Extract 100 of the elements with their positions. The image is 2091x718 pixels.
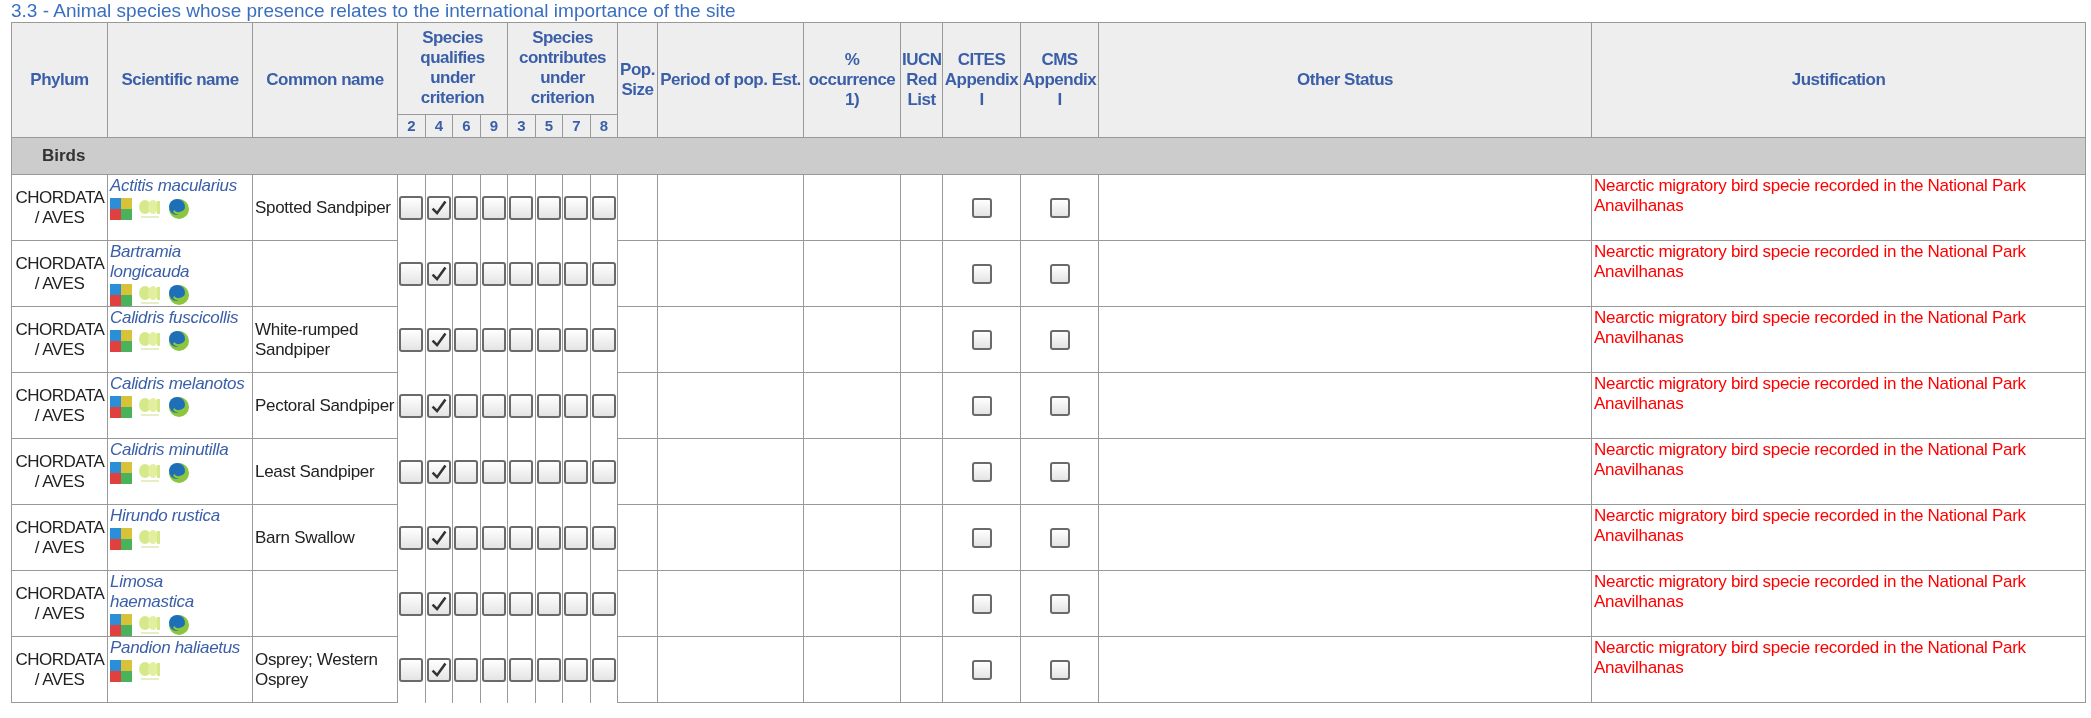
checkbox[interactable]	[509, 195, 534, 220]
checkbox[interactable]	[536, 195, 561, 220]
phylum-text: CHORDATA / AVES	[15, 187, 104, 228]
checkbox[interactable]	[426, 261, 451, 286]
checkbox[interactable]	[1049, 659, 1070, 680]
checkbox[interactable]	[509, 393, 534, 418]
checkbox[interactable]	[454, 393, 479, 418]
justification-text: Nearctic migratory bird specie recorded in the National Park Anavilhanas	[1594, 242, 2027, 282]
checkbox[interactable]	[481, 525, 506, 550]
checkbox[interactable]	[971, 527, 992, 548]
checkbox[interactable]	[454, 459, 479, 484]
tiles-icon[interactable]	[110, 284, 132, 306]
checkbox[interactable]	[509, 591, 534, 616]
checkbox[interactable]	[481, 195, 506, 220]
checkbox[interactable]	[426, 195, 451, 220]
checkbox[interactable]	[426, 459, 451, 484]
checkbox[interactable]	[454, 261, 479, 286]
checkbox[interactable]	[454, 195, 479, 220]
checkbox[interactable]	[1049, 527, 1070, 548]
section-title: 3.3 - Animal species whose presence relates to the international importance of the site	[11, 0, 736, 22]
checkbox[interactable]	[591, 525, 616, 550]
checkbox[interactable]	[536, 261, 561, 286]
tiles-icon[interactable]	[110, 330, 132, 352]
checkbox[interactable]	[426, 393, 451, 418]
checkbox[interactable]	[481, 261, 506, 286]
checkbox[interactable]	[564, 459, 589, 484]
checkbox[interactable]	[591, 195, 616, 220]
checkbox[interactable]	[1049, 329, 1070, 350]
checkbox[interactable]	[481, 657, 506, 682]
tiles-icon[interactable]	[110, 614, 132, 636]
tiles-icon[interactable]	[110, 198, 132, 220]
checkbox[interactable]	[971, 659, 992, 680]
globe-icon[interactable]	[168, 462, 190, 484]
checkbox[interactable]	[1049, 395, 1070, 416]
checkbox[interactable]	[1049, 263, 1070, 284]
checkbox[interactable]	[564, 591, 589, 616]
checkbox[interactable]	[564, 327, 589, 352]
checkbox[interactable]	[454, 525, 479, 550]
checkbox[interactable]	[536, 591, 561, 616]
checkbox[interactable]	[536, 393, 561, 418]
checkbox[interactable]	[564, 657, 589, 682]
checkbox[interactable]	[536, 525, 561, 550]
checkbox[interactable]	[399, 393, 424, 418]
checkbox[interactable]	[971, 593, 992, 614]
checkbox[interactable]	[971, 461, 992, 482]
checkbox[interactable]	[971, 395, 992, 416]
checkbox[interactable]	[536, 327, 561, 352]
checkbox[interactable]	[536, 657, 561, 682]
checkbox[interactable]	[399, 525, 424, 550]
column-header: Common name	[252, 22, 398, 138]
checkbox[interactable]	[481, 459, 506, 484]
checkbox[interactable]	[509, 261, 534, 286]
checkbox[interactable]	[399, 327, 424, 352]
checkbox[interactable]	[509, 525, 534, 550]
checkbox[interactable]	[509, 327, 534, 352]
checkbox[interactable]	[591, 261, 616, 286]
globe-icon[interactable]	[168, 396, 190, 418]
globe-icon[interactable]	[168, 614, 190, 636]
checkbox[interactable]	[399, 195, 424, 220]
checkbox[interactable]	[481, 591, 506, 616]
checkbox[interactable]	[536, 459, 561, 484]
tiles-icon[interactable]	[110, 462, 132, 484]
checkbox[interactable]	[591, 393, 616, 418]
checkbox[interactable]	[481, 327, 506, 352]
checkbox[interactable]	[1049, 461, 1070, 482]
checkbox[interactable]	[591, 591, 616, 616]
checkbox[interactable]	[591, 327, 616, 352]
checkbox[interactable]	[399, 591, 424, 616]
checkbox[interactable]	[509, 657, 534, 682]
checkbox[interactable]	[591, 657, 616, 682]
checkbox[interactable]	[564, 525, 589, 550]
checkbox[interactable]	[509, 459, 534, 484]
checkbox[interactable]	[564, 393, 589, 418]
checkbox[interactable]	[426, 525, 451, 550]
common-name: Least Sandpiper	[255, 461, 376, 482]
checkbox[interactable]	[971, 197, 992, 218]
checkbox[interactable]	[971, 329, 992, 350]
checkbox[interactable]	[1049, 593, 1070, 614]
checkbox[interactable]	[426, 591, 451, 616]
checkbox[interactable]	[481, 393, 506, 418]
tiles-icon[interactable]	[110, 396, 132, 418]
checkbox[interactable]	[454, 591, 479, 616]
column-header: Period of pop. Est.	[657, 22, 804, 138]
tiles-icon[interactable]	[110, 660, 132, 682]
checkbox[interactable]	[399, 459, 424, 484]
checkbox[interactable]	[454, 657, 479, 682]
checkbox[interactable]	[971, 263, 992, 284]
checkbox[interactable]	[454, 327, 479, 352]
globe-icon[interactable]	[168, 284, 190, 306]
checkbox[interactable]	[399, 657, 424, 682]
checkbox[interactable]	[564, 261, 589, 286]
tiles-icon[interactable]	[110, 528, 132, 550]
checkbox[interactable]	[591, 459, 616, 484]
checkbox[interactable]	[564, 195, 589, 220]
globe-icon[interactable]	[168, 198, 190, 220]
checkbox[interactable]	[1049, 197, 1070, 218]
globe-icon[interactable]	[168, 330, 190, 352]
checkbox[interactable]	[399, 261, 424, 286]
checkbox[interactable]	[426, 327, 451, 352]
checkbox[interactable]	[426, 657, 451, 682]
